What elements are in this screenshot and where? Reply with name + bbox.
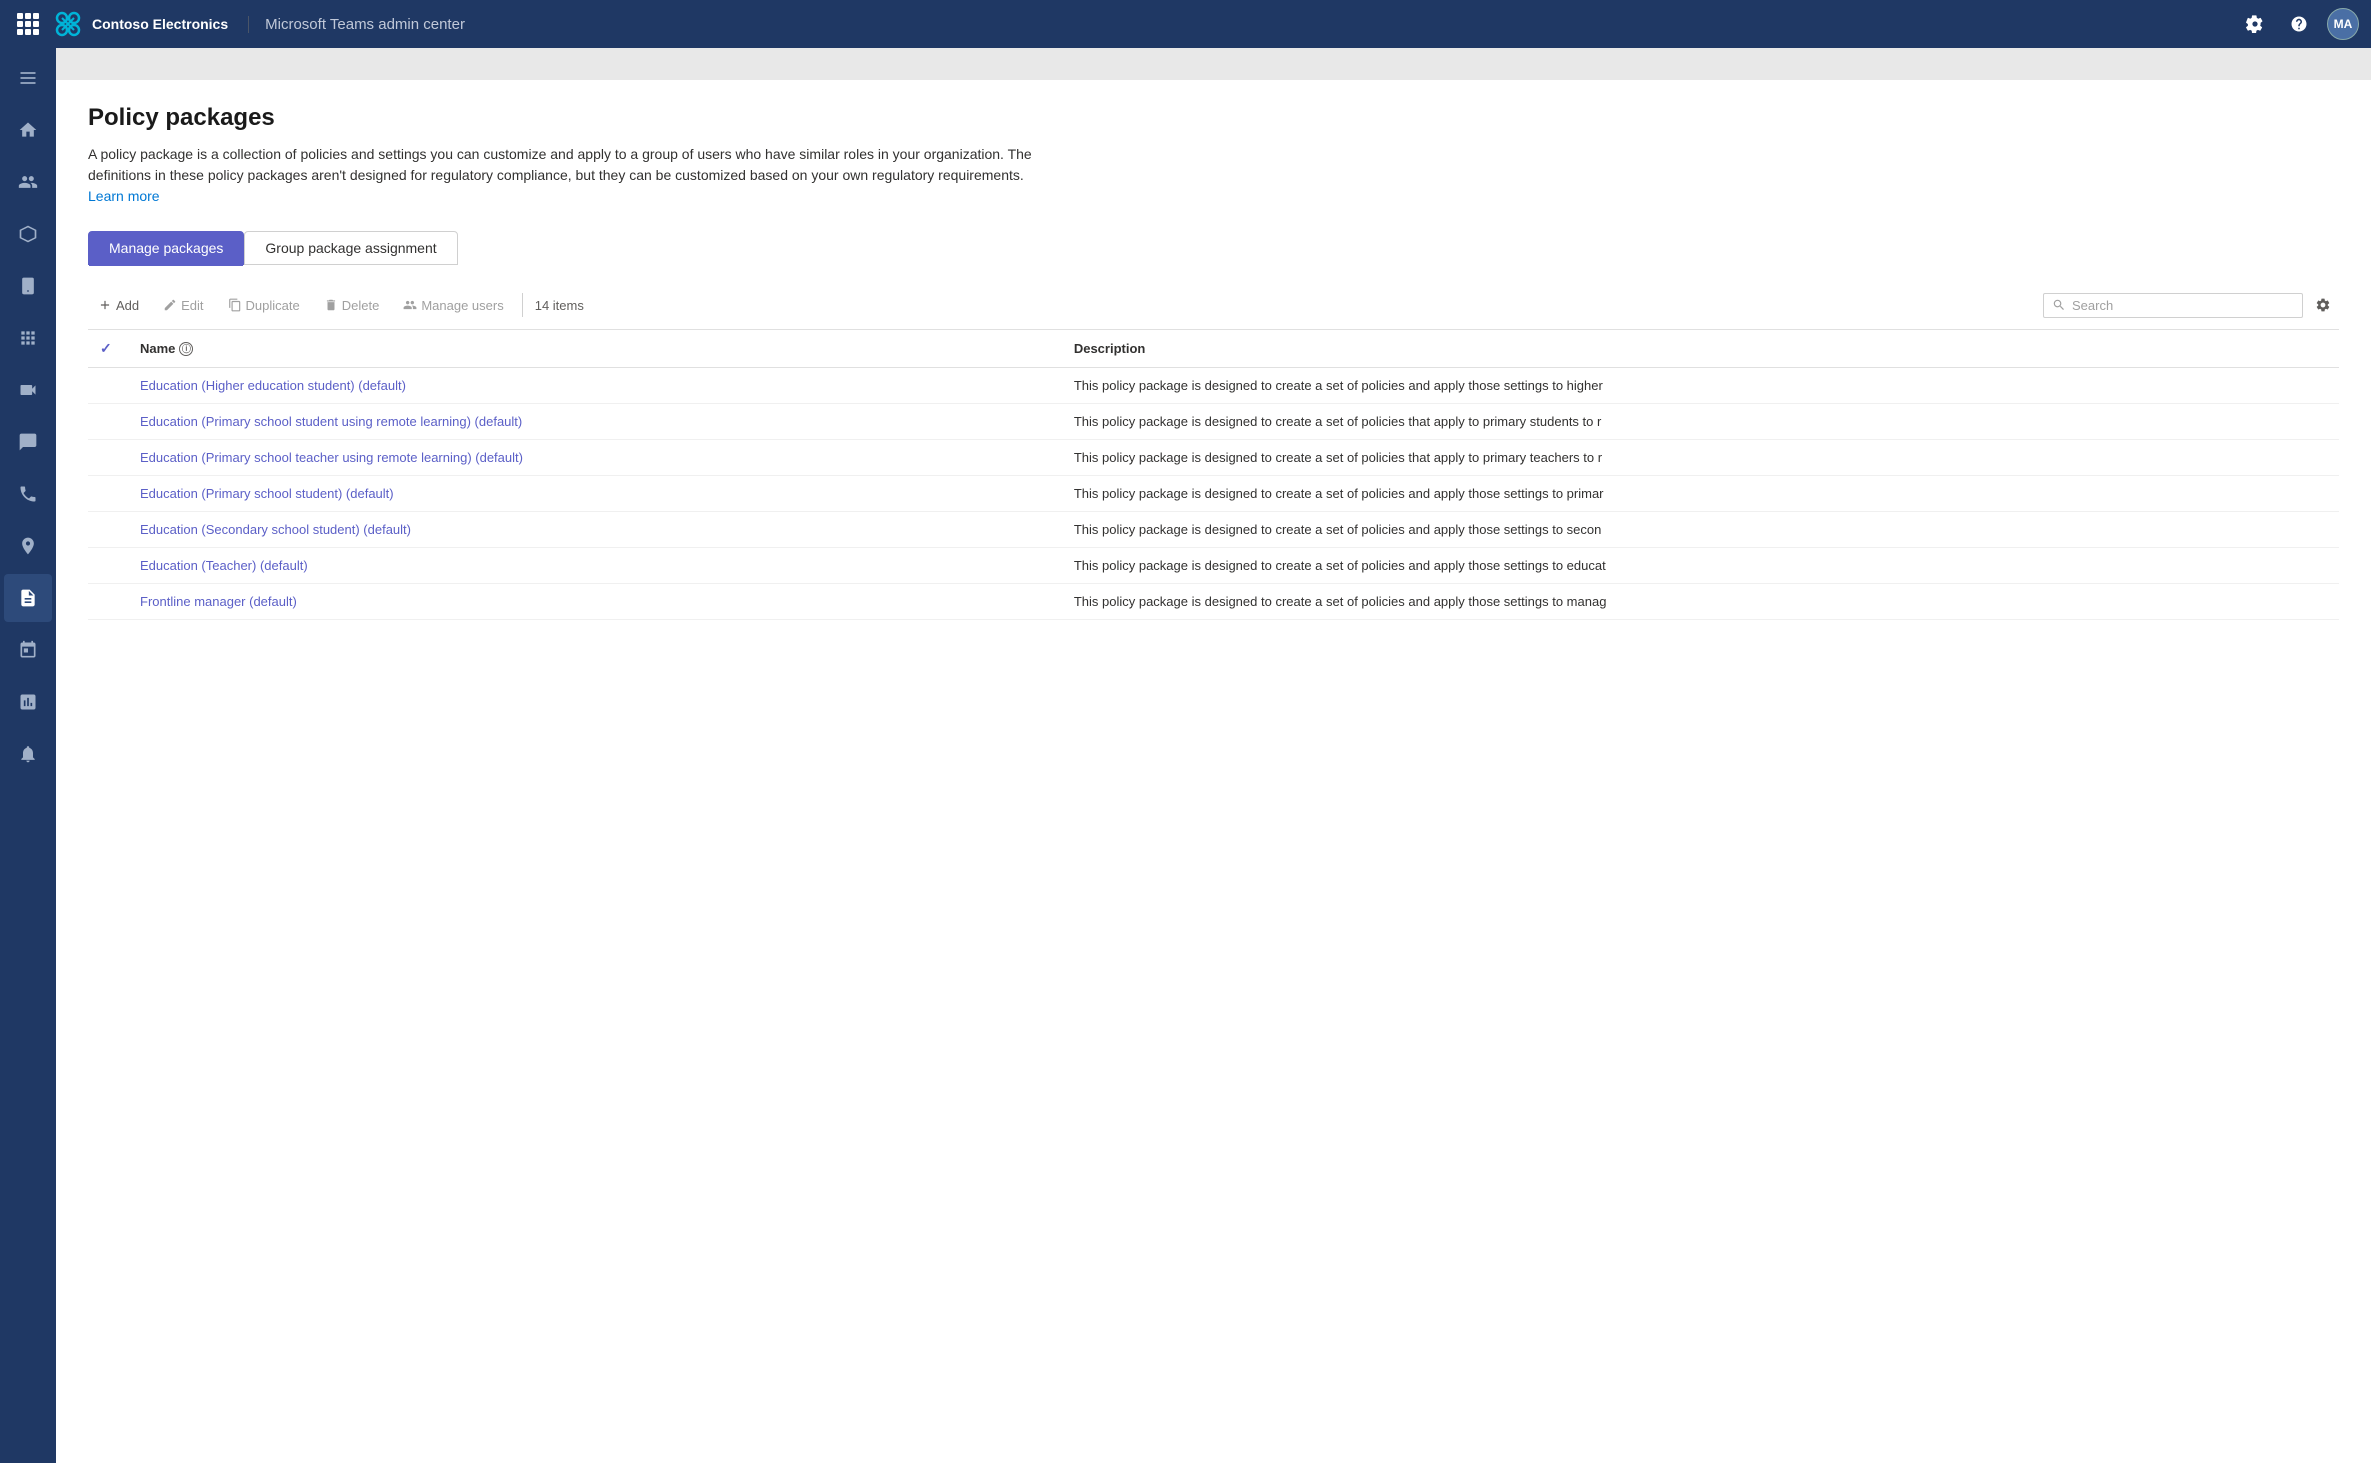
sidebar-item-voice[interactable] xyxy=(4,470,52,518)
row-description: This policy package is designed to creat… xyxy=(1062,440,2339,476)
toolbar: Add Edit Duplicate Delete Manage users xyxy=(88,281,2339,330)
learn-more-link[interactable]: Learn more xyxy=(88,188,160,204)
settings-icon-button[interactable] xyxy=(2239,8,2271,40)
table-header-row: ✓ Name ⓘ Description xyxy=(88,330,2339,368)
row-checkbox[interactable] xyxy=(88,404,128,440)
row-name[interactable]: Education (Secondary school student) (de… xyxy=(128,512,1062,548)
delete-button[interactable]: Delete xyxy=(314,292,390,319)
top-navigation: Contoso Electronics Microsoft Teams admi… xyxy=(0,0,2371,48)
row-checkbox[interactable] xyxy=(88,512,128,548)
table-row: Education (Primary school student using … xyxy=(88,404,2339,440)
table-row: Education (Teacher) (default) This polic… xyxy=(88,548,2339,584)
sidebar-item-devices[interactable] xyxy=(4,262,52,310)
toolbar-separator xyxy=(522,293,523,317)
tab-manage-packages[interactable]: Manage packages xyxy=(88,231,244,265)
content-area: Policy packages A policy package is a co… xyxy=(56,48,2371,1463)
sidebar-item-menu[interactable] xyxy=(4,54,52,102)
top-nav-actions: MA xyxy=(2239,8,2359,40)
row-name[interactable]: Education (Higher education student) (de… xyxy=(128,368,1062,404)
row-name[interactable]: Education (Primary school student) (defa… xyxy=(128,476,1062,512)
tab-group-package-assignment[interactable]: Group package assignment xyxy=(244,231,457,265)
org-name: Contoso Electronics xyxy=(92,16,228,32)
add-icon xyxy=(98,298,112,312)
packages-table: ✓ Name ⓘ Description xyxy=(88,330,2339,620)
table-row: Frontline manager (default) This policy … xyxy=(88,584,2339,620)
item-count: 14 items xyxy=(535,298,584,313)
sidebar xyxy=(0,48,56,1463)
row-description: This policy package is designed to creat… xyxy=(1062,368,2339,404)
help-icon-button[interactable] xyxy=(2283,8,2315,40)
table-row: Education (Primary school teacher using … xyxy=(88,440,2339,476)
app-launcher-button[interactable] xyxy=(12,8,44,40)
row-description: This policy package is designed to creat… xyxy=(1062,584,2339,620)
row-name[interactable]: Frontline manager (default) xyxy=(128,584,1062,620)
row-checkbox[interactable] xyxy=(88,476,128,512)
page-title: Policy packages xyxy=(88,104,2339,132)
header-check: ✓ xyxy=(100,340,112,356)
th-description: Description xyxy=(1062,330,2339,368)
sidebar-item-locations[interactable] xyxy=(4,522,52,570)
search-input[interactable] xyxy=(2072,298,2294,313)
row-name[interactable]: Education (Teacher) (default) xyxy=(128,548,1062,584)
sidebar-item-notifications[interactable] xyxy=(4,730,52,778)
delete-icon xyxy=(324,298,338,312)
sidebar-item-messaging[interactable] xyxy=(4,418,52,466)
edit-button[interactable]: Edit xyxy=(153,292,213,319)
row-name[interactable]: Education (Primary school student using … xyxy=(128,404,1062,440)
table-row: Education (Secondary school student) (de… xyxy=(88,512,2339,548)
row-description: This policy package is designed to creat… xyxy=(1062,404,2339,440)
sidebar-item-analytics[interactable] xyxy=(4,678,52,726)
row-checkbox[interactable] xyxy=(88,440,128,476)
tab-bar: Manage packages Group package assignment xyxy=(88,231,2339,265)
page-content: Policy packages A policy package is a co… xyxy=(56,80,2371,1463)
edit-icon xyxy=(163,298,177,312)
row-description: This policy package is designed to creat… xyxy=(1062,512,2339,548)
sidebar-item-meetings[interactable] xyxy=(4,366,52,414)
name-info-icon[interactable]: ⓘ xyxy=(179,342,193,356)
sidebar-item-planning[interactable] xyxy=(4,626,52,674)
duplicate-button[interactable]: Duplicate xyxy=(218,292,310,319)
duplicate-icon xyxy=(228,298,242,312)
org-logo: Contoso Electronics xyxy=(52,8,228,40)
page-header-bar xyxy=(56,48,2371,80)
app-name: Microsoft Teams admin center xyxy=(248,16,465,33)
sidebar-item-teams[interactable] xyxy=(4,210,52,258)
row-description: This policy package is designed to creat… xyxy=(1062,548,2339,584)
sidebar-item-users[interactable] xyxy=(4,158,52,206)
sidebar-item-home[interactable] xyxy=(4,106,52,154)
row-name[interactable]: Education (Primary school teacher using … xyxy=(128,440,1062,476)
table-row: Education (Higher education student) (de… xyxy=(88,368,2339,404)
search-icon xyxy=(2052,298,2066,312)
row-description: This policy package is designed to creat… xyxy=(1062,476,2339,512)
search-box[interactable] xyxy=(2043,293,2303,318)
manage-users-icon xyxy=(403,298,417,312)
table-settings-button[interactable] xyxy=(2307,289,2339,321)
row-checkbox[interactable] xyxy=(88,548,128,584)
th-checkbox: ✓ xyxy=(88,330,128,368)
user-avatar[interactable]: MA xyxy=(2327,8,2359,40)
sidebar-item-policy[interactable] xyxy=(4,574,52,622)
row-checkbox[interactable] xyxy=(88,584,128,620)
sidebar-item-apps[interactable] xyxy=(4,314,52,362)
th-name: Name ⓘ xyxy=(128,330,1062,368)
table-row: Education (Primary school student) (defa… xyxy=(88,476,2339,512)
add-button[interactable]: Add xyxy=(88,292,149,319)
row-checkbox[interactable] xyxy=(88,368,128,404)
page-description: A policy package is a collection of poli… xyxy=(88,144,1048,207)
manage-users-button[interactable]: Manage users xyxy=(393,292,513,319)
